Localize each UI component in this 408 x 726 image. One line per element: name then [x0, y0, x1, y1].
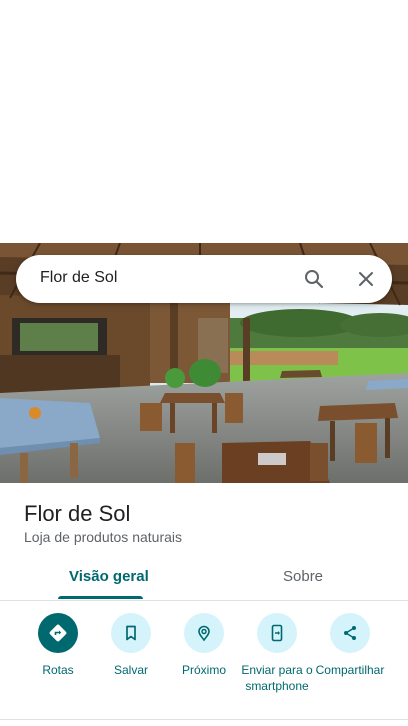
- nearby-button[interactable]: Próximo: [164, 613, 244, 678]
- map-area-blank: [0, 0, 408, 243]
- search-icon[interactable]: [302, 267, 326, 291]
- save-label: Salvar: [113, 663, 148, 677]
- tab-about[interactable]: Sobre: [283, 568, 323, 585]
- close-icon[interactable]: [354, 267, 378, 291]
- share-label: Compartilhar: [315, 663, 385, 677]
- search-query-text[interactable]: Flor de Sol: [40, 269, 117, 287]
- divider: [0, 719, 408, 720]
- send-to-phone-icon: [257, 613, 297, 653]
- active-tab-indicator: [58, 596, 143, 599]
- search-bar[interactable]: Flor de Sol: [16, 255, 392, 303]
- tab-overview[interactable]: Visão geral: [69, 568, 149, 585]
- directions-label: Rotas: [42, 663, 74, 677]
- action-buttons-row: Rotas Salvar Próximo Enviar para o smart…: [0, 613, 408, 713]
- send-to-phone-label: Enviar para o smartphone: [241, 663, 313, 693]
- share-button[interactable]: Compartilhar: [310, 613, 390, 678]
- nearby-label: Próximo: [181, 663, 226, 677]
- share-icon: [330, 613, 370, 653]
- directions-icon: [38, 613, 78, 653]
- directions-button[interactable]: Rotas: [18, 613, 98, 678]
- save-button[interactable]: Salvar: [91, 613, 171, 678]
- bookmark-icon: [111, 613, 151, 653]
- send-to-phone-button[interactable]: Enviar para o smartphone: [237, 613, 317, 694]
- place-name: Flor de Sol: [24, 501, 131, 526]
- place-category: Loja de produtos naturais: [24, 529, 182, 545]
- place-tabs: Visão geral Sobre: [0, 556, 408, 601]
- nearby-icon: [184, 613, 224, 653]
